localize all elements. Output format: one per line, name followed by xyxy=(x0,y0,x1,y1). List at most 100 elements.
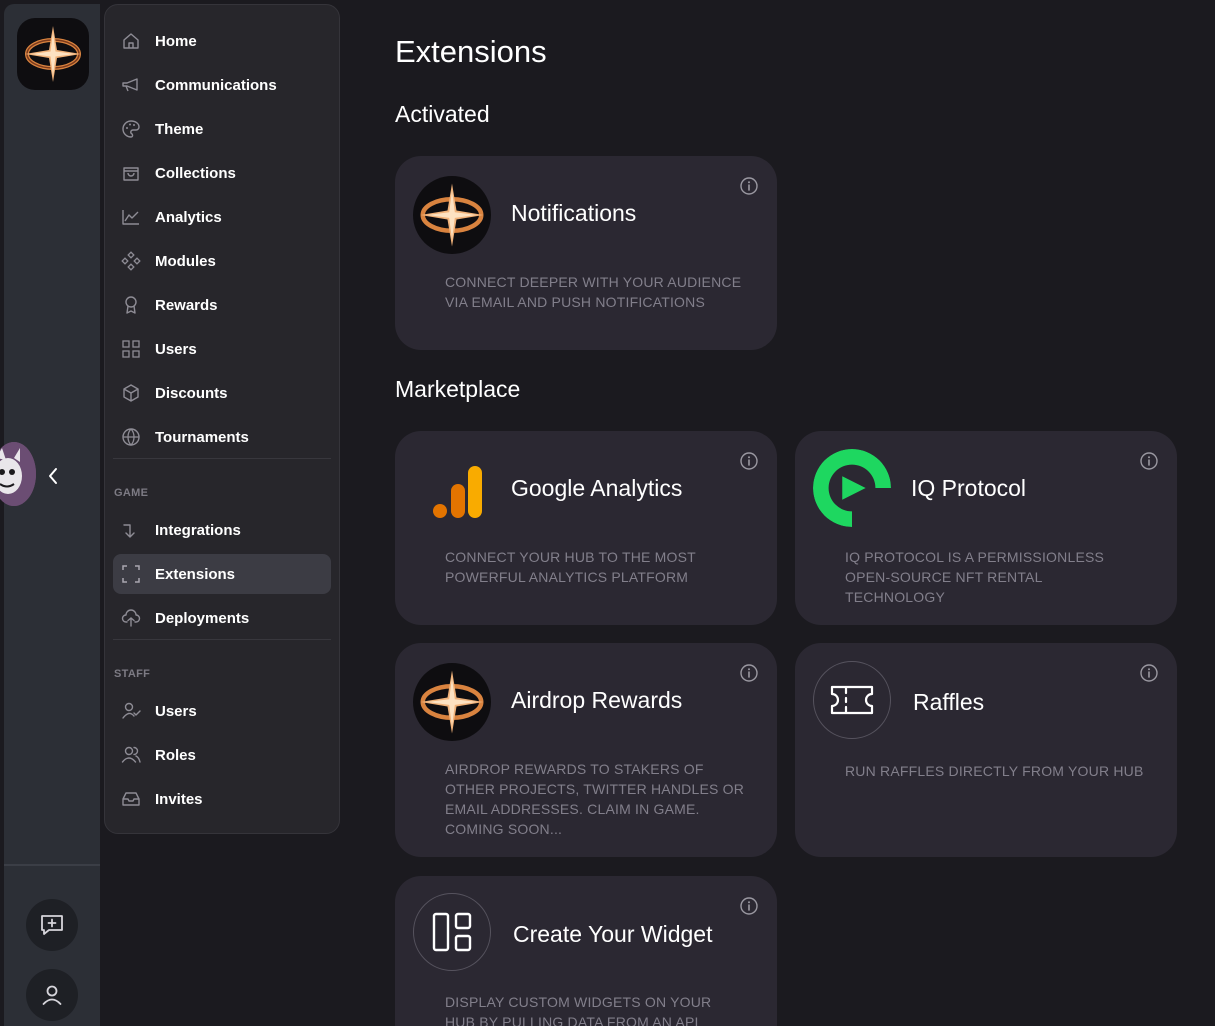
user-icon xyxy=(42,985,62,1005)
sidebar-item-label: Home xyxy=(155,32,197,50)
megaphone-icon xyxy=(119,73,143,97)
sidebar-item-label: Tournaments xyxy=(155,428,249,446)
modules-icon xyxy=(119,249,143,273)
sidebar-item-users[interactable]: Users xyxy=(113,329,331,369)
sidebar-item-label: Modules xyxy=(155,252,216,270)
sidebar-item-label: Communications xyxy=(155,76,277,94)
info-icon xyxy=(740,897,758,915)
section-title-marketplace: Marketplace xyxy=(395,376,521,402)
grid-icon xyxy=(119,337,143,361)
info-icon xyxy=(740,452,758,470)
iq-protocol-logo xyxy=(813,449,891,527)
avatar-image-icon xyxy=(0,442,36,506)
notifications-logo xyxy=(413,176,491,254)
sidebar-item-label: Users xyxy=(155,702,197,720)
sidebar-item-theme[interactable]: Theme xyxy=(113,109,331,149)
sidebar-item-integrations[interactable]: Integrations xyxy=(113,510,331,550)
sidebar-item-deployments[interactable]: Deployments xyxy=(113,598,331,638)
sidebar-item-communications[interactable]: Communications xyxy=(113,65,331,105)
home-icon xyxy=(119,29,143,53)
sidebar-item-label: Roles xyxy=(155,746,196,764)
palette-icon xyxy=(119,117,143,141)
sidebar-item-roles[interactable]: Roles xyxy=(113,735,331,775)
star-logo-icon xyxy=(25,26,81,82)
card-description: CONNECT DEEPER WITH YOUR AUDIENCE VIA EM… xyxy=(445,274,742,310)
chart-icon xyxy=(119,205,143,229)
info-icon xyxy=(740,177,758,195)
sidebar-item-label: Extensions xyxy=(155,565,236,583)
cloud-upload-icon xyxy=(119,606,143,630)
arrow-down-right-icon xyxy=(119,518,143,542)
star-logo-icon xyxy=(420,670,484,734)
sidebar-section-game: GAME xyxy=(114,487,149,499)
user-check-icon xyxy=(119,699,143,723)
bag-icon xyxy=(119,161,143,185)
extension-card-iq-protocol[interactable]: IQ Protocol IQ PROTOCOL IS A PERMISSIONL… xyxy=(795,431,1177,625)
info-button[interactable] xyxy=(1139,451,1159,471)
sidebar-item-label: Theme xyxy=(155,120,204,138)
extension-card-google-analytics[interactable]: Google Analytics CONNECT YOUR HUB TO THE… xyxy=(395,431,777,625)
sidebar-item-label: Analytics xyxy=(155,208,222,226)
box-icon xyxy=(119,381,143,405)
info-button[interactable] xyxy=(1139,663,1159,683)
iq-protocol-icon xyxy=(813,449,891,527)
sidebar-divider xyxy=(113,639,331,640)
layout-icon xyxy=(432,912,472,952)
sidebar-item-label: Rewards xyxy=(155,296,218,314)
user-avatar[interactable] xyxy=(0,442,36,506)
sidebar-section-staff: STAFF xyxy=(114,668,151,680)
globe-icon xyxy=(119,425,143,449)
page-title: Extensions xyxy=(395,34,547,69)
create-widget-logo xyxy=(413,893,491,971)
info-icon xyxy=(1140,452,1158,470)
sidebar-divider xyxy=(113,458,331,459)
google-analytics-icon xyxy=(433,466,482,518)
extension-card-create-widget[interactable]: Create Your Widget DISPLAY CUSTOM WIDGET… xyxy=(395,876,777,1026)
sidebar-item-tournaments[interactable]: Tournaments xyxy=(113,417,331,457)
collapse-sidebar-button[interactable] xyxy=(44,464,62,488)
info-button[interactable] xyxy=(739,896,759,916)
add-message-button[interactable] xyxy=(26,899,78,951)
card-description: IQ PROTOCOL IS A PERMISSIONLESS OPEN-SOU… xyxy=(845,549,1105,605)
sidebar-item-home[interactable]: Home xyxy=(113,21,331,61)
sidebar-item-modules[interactable]: Modules xyxy=(113,241,331,281)
sidebar-item-label: Discounts xyxy=(155,384,228,402)
raffles-logo xyxy=(813,661,891,739)
card-description: AIRDROP REWARDS TO STAKERS OF OTHER PROJ… xyxy=(445,761,745,837)
ticket-icon xyxy=(830,685,874,715)
card-title: Notifications xyxy=(511,200,637,226)
extension-card-airdrop-rewards[interactable]: Airdrop Rewards AIRDROP REWARDS TO STAKE… xyxy=(395,643,777,857)
sidebar-item-staff-users[interactable]: Users xyxy=(113,691,331,731)
info-button[interactable] xyxy=(739,451,759,471)
sidebar-item-rewards[interactable]: Rewards xyxy=(113,285,331,325)
app-rail xyxy=(0,4,100,1026)
sidebar-item-label: Invites xyxy=(155,790,203,808)
card-title: Raffles xyxy=(913,689,985,715)
info-button[interactable] xyxy=(739,663,759,683)
sidebar: Home Communications Theme Collections An… xyxy=(104,4,340,834)
profile-button[interactable] xyxy=(26,969,78,1021)
card-description: RUN RAFFLES DIRECTLY FROM YOUR HUB xyxy=(845,763,1144,779)
rail-divider xyxy=(4,864,100,866)
award-icon xyxy=(119,293,143,317)
sidebar-item-discounts[interactable]: Discounts xyxy=(113,373,331,413)
card-description: CONNECT YOUR HUB TO THE MOST POWERFUL AN… xyxy=(445,549,696,585)
users-icon xyxy=(119,743,143,767)
card-title: Google Analytics xyxy=(511,475,683,501)
card-description: DISPLAY CUSTOM WIDGETS ON YOUR HUB BY PU… xyxy=(445,994,712,1026)
extensions-icon xyxy=(119,562,143,586)
info-icon xyxy=(1140,664,1158,682)
sidebar-item-label: Collections xyxy=(155,164,236,182)
sidebar-item-invites[interactable]: Invites xyxy=(113,779,331,819)
extension-card-notifications[interactable]: Notifications CONNECT DEEPER WITH YOUR A… xyxy=(395,156,777,350)
sidebar-item-collections[interactable]: Collections xyxy=(113,153,331,193)
sidebar-item-analytics[interactable]: Analytics xyxy=(113,197,331,237)
sidebar-item-label: Integrations xyxy=(155,521,241,539)
card-title: Airdrop Rewards xyxy=(511,687,683,713)
info-button[interactable] xyxy=(739,176,759,196)
hub-logo[interactable] xyxy=(17,18,89,90)
google-analytics-logo xyxy=(413,451,491,529)
extension-card-raffles[interactable]: Raffles RUN RAFFLES DIRECTLY FROM YOUR H… xyxy=(795,643,1177,857)
sidebar-item-extensions[interactable]: Extensions xyxy=(113,554,331,594)
star-logo-icon xyxy=(420,183,484,247)
